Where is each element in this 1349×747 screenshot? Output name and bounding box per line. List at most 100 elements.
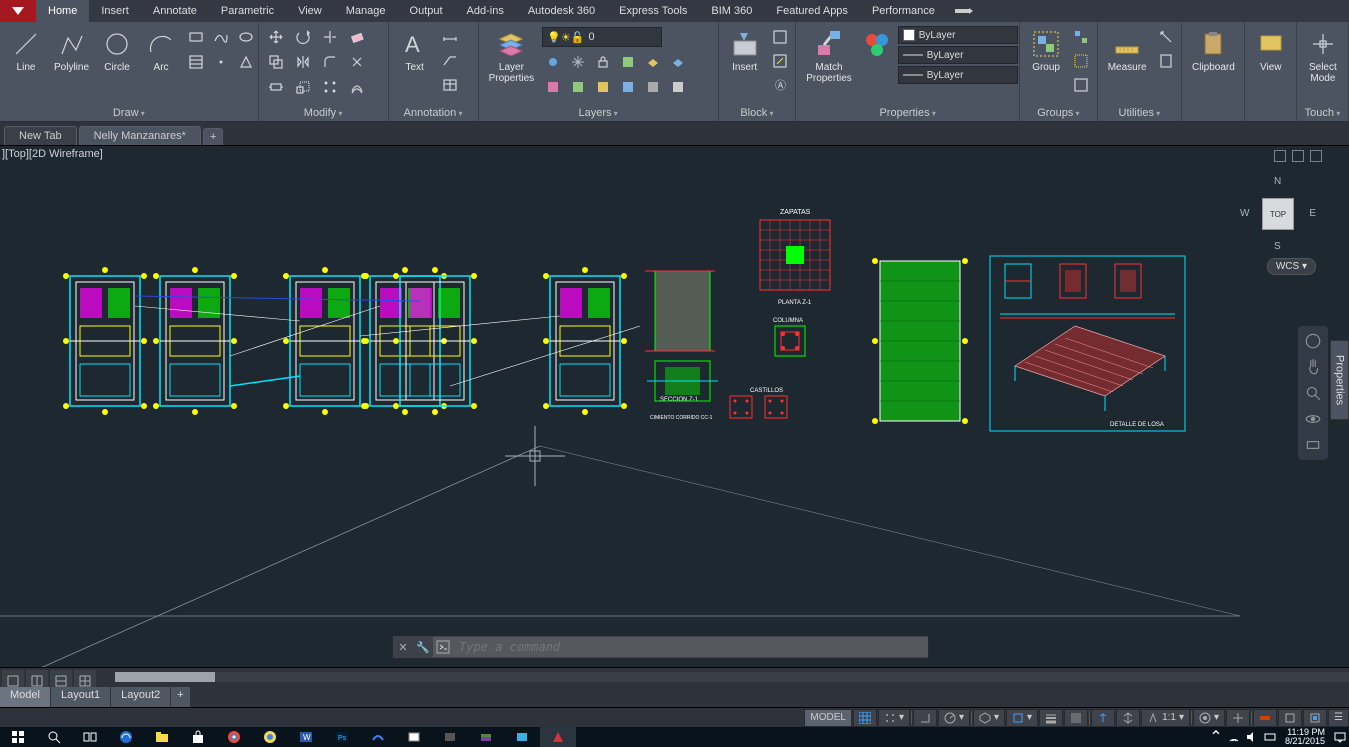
layer-freeze[interactable] — [567, 51, 589, 73]
layout-tab-2[interactable]: Layout2 — [111, 687, 171, 707]
tool-table[interactable] — [439, 74, 461, 96]
tool-array[interactable] — [319, 76, 341, 98]
current-layer-dropdown[interactable]: 💡 ☀ 🔓 0 — [542, 27, 662, 47]
lineweight-dropdown[interactable]: ByLayer — [898, 46, 1018, 64]
file-tab-current[interactable]: Nelly Manzanares* — [79, 126, 201, 145]
tray-volume-icon[interactable] — [1243, 727, 1261, 747]
status-iso[interactable] — [1303, 709, 1327, 727]
ribbon-tab-home[interactable]: Home — [36, 0, 89, 22]
tool-ellipse[interactable] — [235, 26, 257, 48]
status-lwt[interactable] — [1039, 709, 1063, 727]
layer-tool3[interactable] — [592, 76, 614, 98]
clipboard-button[interactable]: Clipboard — [1188, 26, 1239, 75]
autocad-taskbar-icon[interactable] — [540, 727, 576, 747]
match-properties-button[interactable]: Match Properties — [802, 26, 856, 86]
app-icon-3[interactable] — [432, 727, 468, 747]
ribbon-tab-addins[interactable]: Add-ins — [455, 0, 516, 22]
tool-hatch[interactable] — [185, 51, 207, 73]
view-button[interactable]: View — [1251, 26, 1291, 75]
ribbon-tab-bim360[interactable]: BIM 360 — [699, 0, 764, 22]
layer-properties-button[interactable]: Layer Properties — [485, 26, 539, 86]
cmd-close-icon[interactable]: ✕ — [393, 637, 413, 657]
tool-text[interactable]: A Text — [395, 26, 435, 75]
photoshop-icon[interactable]: Ps — [324, 727, 360, 747]
select-all[interactable] — [1155, 26, 1177, 48]
status-qp2[interactable] — [1278, 709, 1302, 727]
tray-lang-icon[interactable] — [1261, 727, 1279, 747]
tool-polyline[interactable]: Polyline — [50, 26, 93, 75]
tool-region[interactable] — [235, 51, 257, 73]
status-isodraft[interactable]: ▾ — [973, 709, 1005, 727]
cmd-customize-icon[interactable]: 🔧 — [413, 637, 433, 657]
task-view-button[interactable] — [72, 727, 108, 747]
color-dropdown[interactable]: ByLayer — [898, 26, 1018, 44]
linetype-dropdown[interactable]: ByLayer — [898, 66, 1018, 84]
group-bbox[interactable] — [1070, 74, 1092, 96]
status-annoscale[interactable]: 1:1▾ — [1141, 709, 1190, 727]
status-snap[interactable]: ▾ — [878, 709, 910, 727]
edit-attr[interactable]: Ⓐ — [769, 74, 791, 96]
quick-calc[interactable] — [1155, 50, 1177, 72]
tool-mirror[interactable] — [292, 51, 314, 73]
start-button[interactable] — [0, 727, 36, 747]
panel-groups-title[interactable]: Groups — [1026, 105, 1091, 121]
panel-modify-title[interactable]: Modify — [265, 105, 382, 121]
ribbon-tab-performance[interactable]: Performance — [860, 0, 947, 22]
layer-iso[interactable] — [642, 51, 664, 73]
tray-expand-icon[interactable]: ⌃ — [1207, 727, 1225, 747]
tool-rotate[interactable] — [292, 26, 314, 48]
store-icon[interactable] — [180, 727, 216, 747]
properties-palette-tab[interactable]: Properties — [1330, 340, 1349, 420]
status-osnap[interactable]: ▾ — [1006, 709, 1038, 727]
tool-trim[interactable] — [319, 26, 341, 48]
panel-annotation-title[interactable]: Annotation — [395, 105, 472, 121]
select-mode-button[interactable]: Select Mode — [1303, 26, 1343, 86]
tool-move[interactable] — [265, 26, 287, 48]
ungroup[interactable] — [1070, 26, 1092, 48]
word-icon[interactable]: W — [288, 727, 324, 747]
taskbar-clock[interactable]: 11:19 PM 8/21/2015 — [1279, 728, 1331, 746]
search-button[interactable] — [36, 727, 72, 747]
edit-block[interactable] — [769, 50, 791, 72]
tool-insert-block[interactable]: Insert — [725, 26, 765, 75]
explorer-icon[interactable] — [144, 727, 180, 747]
app-menu-button[interactable] — [0, 0, 36, 22]
layer-tool6[interactable] — [667, 76, 689, 98]
status-qp[interactable] — [1116, 709, 1140, 727]
ribbon-tab-insert[interactable]: Insert — [89, 0, 141, 22]
status-units[interactable] — [1253, 709, 1277, 727]
layer-match[interactable] — [617, 51, 639, 73]
tool-spline[interactable] — [210, 26, 232, 48]
tool-leader[interactable] — [439, 50, 461, 72]
status-annomonitor[interactable] — [1226, 709, 1250, 727]
panel-layers-title[interactable]: Layers — [485, 105, 712, 121]
status-model[interactable]: MODEL — [804, 709, 852, 727]
tool-arc[interactable]: Arc — [141, 26, 181, 75]
horizontal-scrollbar[interactable] — [115, 672, 1349, 682]
file-tab-add[interactable]: + — [203, 128, 223, 145]
layer-tool4[interactable] — [617, 76, 639, 98]
status-grid[interactable] — [853, 709, 877, 727]
panel-draw-title[interactable]: Draw — [6, 105, 252, 121]
ribbon-tab-express[interactable]: Express Tools — [607, 0, 699, 22]
panel-touch-title[interactable]: Touch — [1303, 105, 1342, 121]
panel-block-title[interactable]: Block — [725, 105, 790, 121]
file-tab-new[interactable]: New Tab — [4, 126, 77, 145]
ribbon-tab-output[interactable]: Output — [398, 0, 455, 22]
status-ortho[interactable] — [913, 709, 937, 727]
tool-line[interactable]: Line — [6, 26, 46, 75]
winrar-icon[interactable] — [468, 727, 504, 747]
layer-tool2[interactable] — [567, 76, 589, 98]
ribbon-tab-parametric[interactable]: Parametric — [209, 0, 286, 22]
status-customize[interactable]: ☰ — [1328, 709, 1349, 727]
layer-tool5[interactable] — [642, 76, 664, 98]
app-icon-4[interactable] — [504, 727, 540, 747]
command-input[interactable] — [453, 637, 928, 657]
ribbon-tab-view[interactable]: View — [286, 0, 334, 22]
layout-tab-model[interactable]: Model — [0, 687, 51, 707]
create-block[interactable] — [769, 26, 791, 48]
layer-lock[interactable] — [592, 51, 614, 73]
tool-fillet[interactable] — [319, 51, 341, 73]
tool-explode[interactable] — [346, 51, 368, 73]
tool-group[interactable]: Group — [1026, 26, 1066, 75]
